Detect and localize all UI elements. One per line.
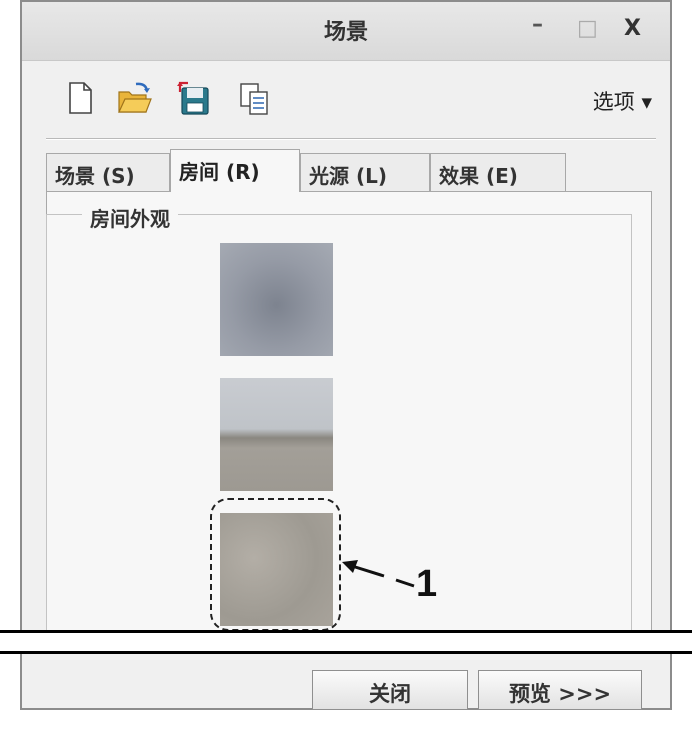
title-bar: 场景 – □ X bbox=[22, 2, 670, 61]
new-file-icon[interactable] bbox=[62, 80, 98, 116]
tab-room[interactable]: 房间 (R) bbox=[170, 149, 300, 192]
open-folder-icon[interactable] bbox=[116, 80, 152, 116]
room-thumbnail-desert-road[interactable] bbox=[220, 378, 333, 491]
tab-lights[interactable]: 光源 (L) bbox=[300, 153, 430, 191]
room-appearance-label: 房间外观 bbox=[82, 203, 178, 232]
tab-scene[interactable]: 场景 (S) bbox=[46, 153, 170, 191]
tab-effects[interactable]: 效果 (E) bbox=[430, 153, 566, 191]
options-dropdown[interactable]: 选项 ▾ bbox=[593, 86, 652, 116]
toolbar-separator bbox=[46, 138, 656, 140]
preview-button[interactable]: 预览 >>> bbox=[478, 670, 642, 710]
callout-number: 1 bbox=[416, 563, 438, 605]
callout-arrow-icon bbox=[342, 560, 415, 588]
close-window-button[interactable]: X bbox=[624, 16, 641, 41]
break-line-bottom bbox=[0, 651, 692, 654]
close-button[interactable]: 关闭 bbox=[312, 670, 468, 710]
break-gap bbox=[0, 633, 692, 651]
copy-icon[interactable] bbox=[236, 80, 272, 116]
selection-highlight bbox=[210, 498, 341, 631]
room-thumbnail-sky[interactable] bbox=[220, 243, 333, 356]
save-icon[interactable] bbox=[176, 80, 212, 116]
break-line-top bbox=[0, 630, 692, 633]
minimize-button[interactable]: – bbox=[532, 12, 543, 37]
toolbar: 选项 ▾ bbox=[22, 60, 670, 132]
window-title: 场景 bbox=[323, 20, 368, 45]
maximize-button[interactable]: □ bbox=[577, 16, 598, 41]
